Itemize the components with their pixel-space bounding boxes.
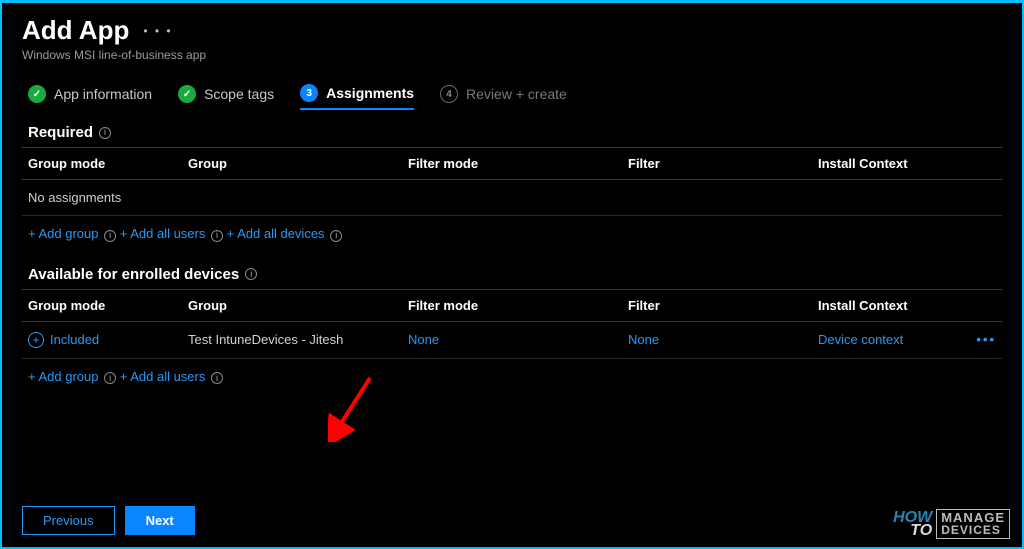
col-filter-mode: Filter mode [402, 289, 622, 321]
section-required-title: Required [28, 124, 93, 141]
add-group-link[interactable]: + Add group [28, 226, 98, 241]
group-name-cell: Test IntuneDevices - Jitesh [182, 321, 402, 358]
info-icon[interactable]: i [104, 372, 116, 384]
watermark: HOW TO MANAGE DEVICES [893, 509, 1010, 539]
info-icon[interactable]: i [211, 230, 223, 242]
step-label: App information [54, 86, 152, 102]
filter-mode-cell[interactable]: None [408, 332, 439, 347]
step-number-icon: 3 [300, 84, 318, 102]
install-context-cell[interactable]: Device context [818, 332, 903, 347]
plus-circle-icon: + [28, 332, 44, 348]
col-filter: Filter [622, 148, 812, 180]
col-group: Group [182, 148, 402, 180]
step-number-icon: 4 [440, 85, 458, 103]
group-mode-label: Included [50, 332, 99, 347]
col-group-mode: Group mode [22, 148, 182, 180]
col-group-mode: Group mode [22, 289, 182, 321]
add-all-devices-link[interactable]: + Add all devices [227, 226, 325, 241]
wizard-stepper: ✓ App information ✓ Scope tags 3 Assignm… [22, 84, 1002, 110]
col-group: Group [182, 289, 402, 321]
watermark-line2: DEVICES [941, 525, 1005, 536]
col-filter-mode: Filter mode [402, 148, 622, 180]
table-row[interactable]: + Included Test IntuneDevices - Jitesh N… [22, 321, 1002, 358]
info-icon[interactable]: i [330, 230, 342, 242]
page-title: Add App [22, 15, 129, 46]
step-assignments[interactable]: 3 Assignments [300, 84, 414, 110]
col-filter: Filter [622, 289, 812, 321]
no-assignments-text: No assignments [22, 180, 1002, 216]
step-app-information[interactable]: ✓ App information [28, 85, 152, 109]
title-more-icon[interactable]: • • • [143, 24, 172, 38]
watermark-to: TO [893, 524, 932, 538]
group-mode-included[interactable]: + Included [28, 332, 99, 348]
col-install-context: Install Context [812, 289, 970, 321]
add-all-users-link[interactable]: + Add all users [120, 369, 206, 384]
page-subtitle: Windows MSI line-of-business app [22, 48, 1002, 62]
info-icon[interactable]: i [245, 268, 257, 280]
info-icon[interactable]: i [211, 372, 223, 384]
next-button[interactable]: Next [125, 506, 195, 535]
step-label: Assignments [326, 85, 414, 101]
info-icon[interactable]: i [104, 230, 116, 242]
previous-button[interactable]: Previous [22, 506, 115, 535]
step-label: Review + create [466, 86, 567, 102]
section-available-title: Available for enrolled devices [28, 266, 239, 283]
step-label: Scope tags [204, 86, 274, 102]
step-scope-tags[interactable]: ✓ Scope tags [178, 85, 274, 109]
filter-cell[interactable]: None [628, 332, 659, 347]
col-install-context: Install Context [812, 148, 1002, 180]
required-table: Group mode Group Filter mode Filter Inst… [22, 147, 1002, 216]
check-icon: ✓ [28, 85, 46, 103]
table-row-empty: No assignments [22, 180, 1002, 216]
add-group-link[interactable]: + Add group [28, 369, 98, 384]
step-review-create: 4 Review + create [440, 85, 567, 109]
available-table: Group mode Group Filter mode Filter Inst… [22, 289, 1002, 359]
info-icon[interactable]: i [99, 127, 111, 139]
check-icon: ✓ [178, 85, 196, 103]
add-all-users-link[interactable]: + Add all users [120, 226, 206, 241]
row-more-icon[interactable]: ••• [976, 332, 996, 347]
